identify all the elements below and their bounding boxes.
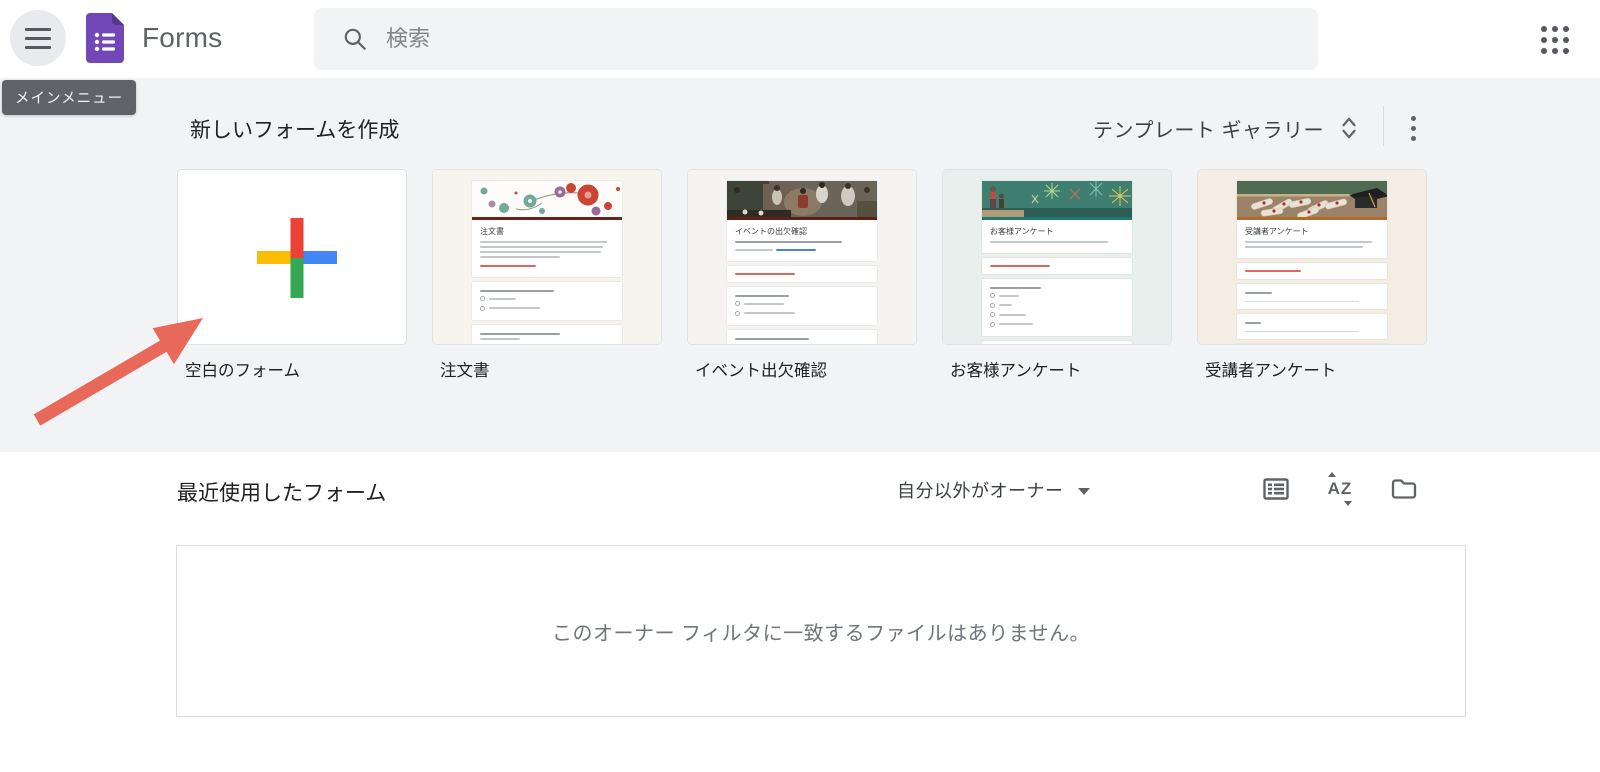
list-view-icon	[1263, 478, 1289, 500]
search-bar[interactable]	[314, 8, 1318, 70]
template-card-course-evaluation[interactable]: 受講者アンケート	[1198, 170, 1426, 344]
empty-state-message: このオーナー フィルタに一致するファイルはありません。	[551, 622, 1091, 645]
template-gallery-button[interactable]: テンプレート ギャラリー	[1093, 106, 1360, 150]
unfold-more-icon	[1342, 117, 1356, 139]
template-thumbnail: お客様アンケート	[943, 170, 1171, 344]
search-input[interactable]	[384, 25, 1298, 53]
floral-header-image	[472, 181, 622, 217]
google-plus-icon	[257, 218, 337, 298]
open-folder-button[interactable]	[1390, 475, 1418, 503]
top-app-bar: Forms	[0, 0, 1600, 78]
thumb-title: 注文書	[480, 226, 504, 236]
party-photo-header-image	[727, 181, 877, 217]
hamburger-icon	[25, 27, 51, 31]
hamburger-icon	[25, 45, 51, 49]
sort-asc-icon	[1328, 472, 1336, 477]
owner-filter-dropdown[interactable]: 自分以外がオーナー	[897, 477, 1090, 503]
template-card-blank[interactable]	[178, 170, 406, 344]
template-label: 空白のフォーム	[185, 362, 301, 380]
template-label: イベント出欠確認	[695, 362, 827, 380]
template-thumbnail: 受講者アンケート	[1198, 170, 1426, 344]
template-label: 注文書	[440, 362, 490, 380]
dropdown-arrow-icon	[1077, 487, 1090, 495]
kebab-menu-icon[interactable]	[1399, 108, 1427, 148]
app-title: Forms	[142, 22, 223, 53]
template-label: お客様アンケート	[950, 362, 1082, 380]
owner-filter-label: 自分以外がオーナー	[897, 481, 1064, 501]
apps-grid-icon[interactable]	[1539, 24, 1571, 56]
main-menu-tooltip: メインメニュー	[2, 80, 137, 115]
template-thumbnail: イベントの出欠確認	[688, 170, 916, 344]
diplomas-header-image	[1237, 181, 1387, 217]
divider	[1383, 106, 1384, 146]
new-form-section: 新しいフォームを作成 テンプレート ギャラリー 空白のフォーム 注文書 注文書 …	[0, 78, 1600, 452]
template-gallery-label: テンプレート ギャラリー	[1093, 119, 1324, 142]
search-icon	[344, 28, 366, 50]
template-cards-row: 空白のフォーム 注文書 注文書 イベントの出欠確認 イベント出欠確認 お客様アン…	[178, 170, 1426, 381]
empty-state-panel: このオーナー フィルタに一致するファイルはありません。	[176, 545, 1466, 717]
fireworks-header-image	[982, 181, 1132, 217]
sort-desc-icon	[1344, 501, 1352, 506]
thumb-title: イベントの出欠確認	[735, 226, 807, 236]
template-card-customer-survey[interactable]: お客様アンケート	[943, 170, 1171, 344]
new-form-heading: 新しいフォームを作成	[190, 119, 400, 142]
template-label: 受講者アンケート	[1205, 362, 1337, 380]
template-card-order-form[interactable]: 注文書	[433, 170, 661, 344]
thumb-title: お客様アンケート	[990, 226, 1054, 236]
template-card-event-rsvp[interactable]: イベントの出欠確認	[688, 170, 916, 344]
forms-logo-icon[interactable]	[86, 13, 124, 63]
list-view-button[interactable]	[1262, 475, 1290, 503]
folder-icon	[1391, 479, 1417, 499]
template-thumbnail: 注文書	[433, 170, 661, 344]
main-menu-button[interactable]	[10, 10, 66, 66]
sort-az-button[interactable]: AZ	[1323, 472, 1357, 506]
sort-az-icon: AZ	[1327, 479, 1353, 498]
hamburger-icon	[25, 36, 51, 40]
thumb-title: 受講者アンケート	[1245, 226, 1309, 236]
view-tools: AZ	[1262, 472, 1418, 506]
recent-forms-heading: 最近使用したフォーム	[177, 482, 387, 505]
